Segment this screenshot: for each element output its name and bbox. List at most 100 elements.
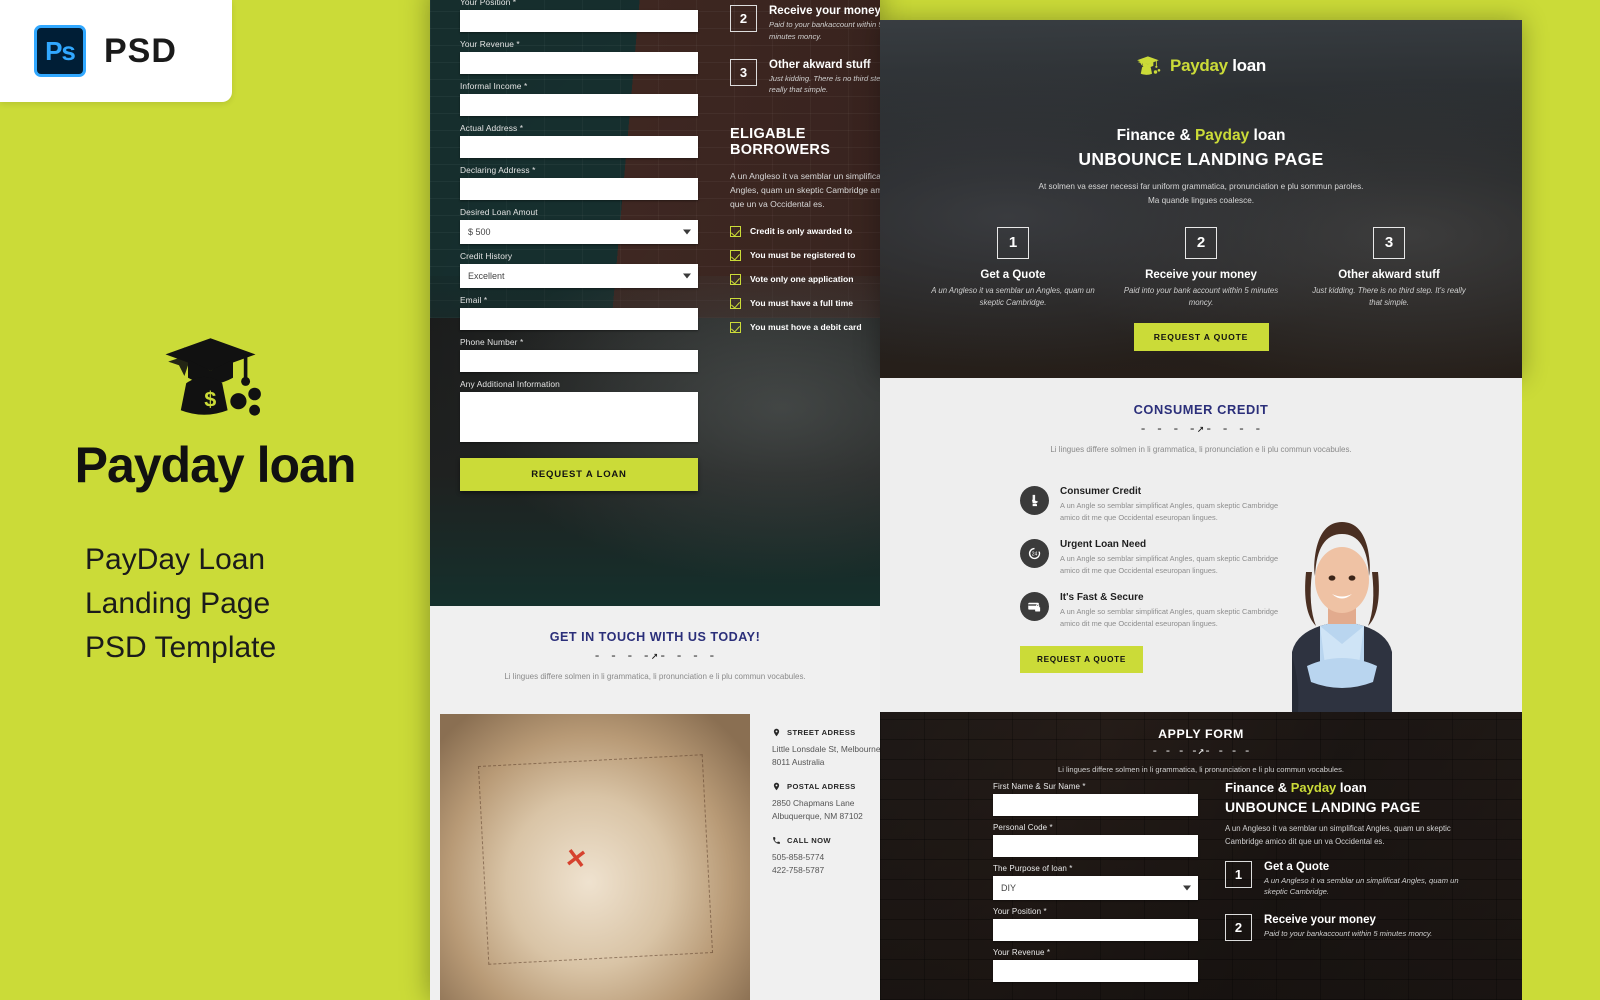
location-pin-icon bbox=[773, 782, 780, 791]
email-input[interactable] bbox=[460, 308, 698, 330]
apply-step-item: 1 Get a Quote A un Angleso it va semblar… bbox=[1225, 860, 1475, 899]
step-desc: Just kidding. There is no third step. It… bbox=[769, 73, 880, 95]
field-label: Phone Number * bbox=[460, 337, 524, 347]
hero-eyebrow-prefix: Finance & bbox=[1116, 127, 1195, 144]
contact-item-label: CALL NOW bbox=[787, 836, 831, 846]
clock-24-icon: 24 bbox=[1020, 538, 1049, 568]
hero-step-item: 1 Get a Quote A un Angleso it va semblar… bbox=[931, 226, 1096, 309]
contact-item-head: STREET ADRESS bbox=[772, 728, 880, 737]
form-field-your-position: Your Position * bbox=[460, 0, 698, 32]
contact-item-label: POSTAL ADRESS bbox=[787, 782, 856, 792]
request-a-loan-button[interactable]: REQUEST A LOAN bbox=[460, 458, 698, 491]
form-field-credit-history: Credit History Excellent bbox=[460, 251, 698, 288]
contact-item-head: POSTAL ADRESS bbox=[772, 782, 880, 791]
step-title: Other akward stuff bbox=[769, 58, 871, 71]
step-item: 2 Receive your money Paid to your bankac… bbox=[730, 5, 880, 43]
logo-secondary: loan bbox=[1232, 55, 1266, 75]
step-number: 1 bbox=[1225, 860, 1252, 888]
feature-item-consumer-credit: Consumer Credit A un Angle so semblar si… bbox=[1020, 486, 1280, 525]
form-field-actual-address: Actual Address * bbox=[460, 123, 698, 158]
informal-income-input[interactable] bbox=[460, 94, 698, 116]
desired-loan-amount-select[interactable]: $ 500 bbox=[460, 220, 698, 244]
field-label: Declaring Address * bbox=[460, 165, 536, 175]
eligible-borrowers-title: ELIGABLE BORROWERS bbox=[730, 126, 831, 159]
step-title: Receive your money bbox=[1145, 268, 1257, 281]
first-name-input[interactable] bbox=[993, 794, 1198, 816]
form-field-additional-information: Any Additional Information bbox=[460, 379, 698, 442]
svg-text:24: 24 bbox=[1032, 552, 1038, 558]
eligible-item: You must have a full time bbox=[730, 297, 880, 309]
businesswoman-photo bbox=[1292, 522, 1392, 712]
your-revenue-input[interactable] bbox=[993, 960, 1198, 982]
hero-headline: UNBOUNCE LANDING PAGE bbox=[1078, 149, 1324, 169]
form-field-first-name: First Name & Sur Name * bbox=[993, 782, 1198, 816]
credit-history-select[interactable]: Excellent bbox=[460, 264, 698, 288]
form-field-your-position: Your Position * bbox=[993, 907, 1198, 941]
hero-eyebrow-highlight: Payday bbox=[1194, 127, 1250, 144]
declaring-address-input[interactable] bbox=[460, 178, 698, 200]
location-pin-icon bbox=[773, 728, 780, 737]
hero-step-item: 2 Receive your money Paid into your bank… bbox=[1119, 226, 1284, 309]
phone-number-input[interactable] bbox=[460, 350, 698, 372]
check-icon bbox=[730, 321, 741, 333]
field-label: Your Revenue * bbox=[460, 39, 520, 49]
form-field-desired-loan-amount: Desired Loan Amout $ 500 bbox=[460, 207, 698, 244]
apply-eyebrow-highlight: Payday bbox=[1290, 780, 1337, 795]
purpose-of-loan-select[interactable]: DIY bbox=[993, 876, 1198, 900]
photoshop-icon: Ps bbox=[34, 25, 86, 77]
request-a-quote-button[interactable]: REQUEST A QUOTE bbox=[1133, 322, 1269, 351]
form-field-personal-code: Personal Code * bbox=[993, 823, 1198, 857]
field-label: Credit History bbox=[460, 251, 513, 261]
form-field-your-revenue: Your Revenue * bbox=[460, 39, 698, 74]
form-field-phone-number: Phone Number * bbox=[460, 337, 698, 372]
apply-form-lead: Li lingues differe solmen in li grammati… bbox=[1057, 765, 1345, 774]
eligible-item-label: Credit is only awarded to bbox=[750, 226, 853, 237]
request-a-quote-button[interactable]: REQUEST A QUOTE bbox=[1020, 646, 1143, 673]
section-divider: - - - -↗- - - - bbox=[593, 649, 717, 663]
your-position-input[interactable] bbox=[993, 919, 1198, 941]
personal-code-input[interactable] bbox=[993, 835, 1198, 857]
field-label: Your Position * bbox=[460, 0, 517, 7]
field-label: Any Additional Information bbox=[460, 379, 560, 389]
section-divider: - - - -↗- - - - bbox=[1139, 422, 1263, 436]
contact-section-lead: Li lingues differe solmen in li grammati… bbox=[504, 672, 806, 681]
form-field-purpose-of-loan: The Purpose of loan * DIY bbox=[993, 864, 1198, 900]
apply-eyebrow-suffix: loan bbox=[1336, 780, 1367, 795]
contact-item-value: Little Lonsdale St, Melbourne 8011 Austr… bbox=[772, 744, 880, 768]
field-label: Desired Loan Amout bbox=[460, 207, 538, 217]
step-number: 3 bbox=[1373, 226, 1405, 259]
contact-item-value[interactable]: 505-858-5774 422-758-5787 bbox=[772, 851, 880, 877]
step-title: Other akward stuff bbox=[1338, 268, 1440, 281]
phone-icon bbox=[773, 837, 780, 844]
apply-steps: 1 Get a Quote A un Angleso it va semblar… bbox=[1225, 860, 1475, 942]
actual-address-input[interactable] bbox=[460, 136, 698, 158]
eligible-borrowers-body: A un Angleso it va semblar un simplifica… bbox=[730, 171, 880, 209]
psd-badge-label: PSD bbox=[104, 31, 177, 70]
card-lock-icon bbox=[1020, 591, 1049, 621]
promo-title: Payday loan bbox=[74, 436, 357, 493]
field-label: The Purpose of loan * bbox=[993, 864, 1073, 873]
feature-desc: A un Angle so semblar simplificat Angles… bbox=[1060, 553, 1279, 576]
promo-subtitle: PayDay Loan Landing Page PSD Template bbox=[85, 542, 277, 665]
eligible-item-label: Vote only one application bbox=[750, 274, 854, 285]
loan-request-form: Your Position * Your Revenue * Informal … bbox=[460, 0, 698, 491]
field-label: Email * bbox=[460, 295, 488, 305]
feature-desc: A un Angle so semblar simplificat Angles… bbox=[1060, 501, 1279, 523]
field-label: Informal Income * bbox=[460, 81, 528, 91]
contact-item-value: 2850 Chapmans Lane Albuquerque, NM 87102 bbox=[772, 798, 863, 822]
step-desc: Paid into your bank account within 5 min… bbox=[1123, 285, 1279, 307]
feature-list: Consumer Credit A un Angle so semblar si… bbox=[1020, 486, 1280, 645]
step-number: 3 bbox=[730, 58, 757, 86]
eligible-item-label: You must be registered to bbox=[750, 250, 856, 261]
your-position-input[interactable] bbox=[460, 10, 698, 32]
apply-eyebrow-prefix: Finance & bbox=[1225, 780, 1291, 795]
hero-lead: At solmen va esser necessi far uniform g… bbox=[1038, 182, 1364, 206]
your-revenue-input[interactable] bbox=[460, 52, 698, 74]
promo-column: $ Payday loan PayDay Loan Landing Page P… bbox=[0, 0, 430, 1000]
field-label: Your Revenue * bbox=[993, 948, 1051, 957]
additional-information-textarea[interactable] bbox=[460, 392, 698, 442]
step-number: 2 bbox=[1185, 226, 1217, 259]
site-logo[interactable]: Payday loan bbox=[880, 54, 1522, 77]
apply-lead: A un Angleso it va semblar un simplifica… bbox=[1225, 824, 1451, 847]
step-desc: Paid to your bankaccount within 5 minute… bbox=[769, 20, 880, 41]
